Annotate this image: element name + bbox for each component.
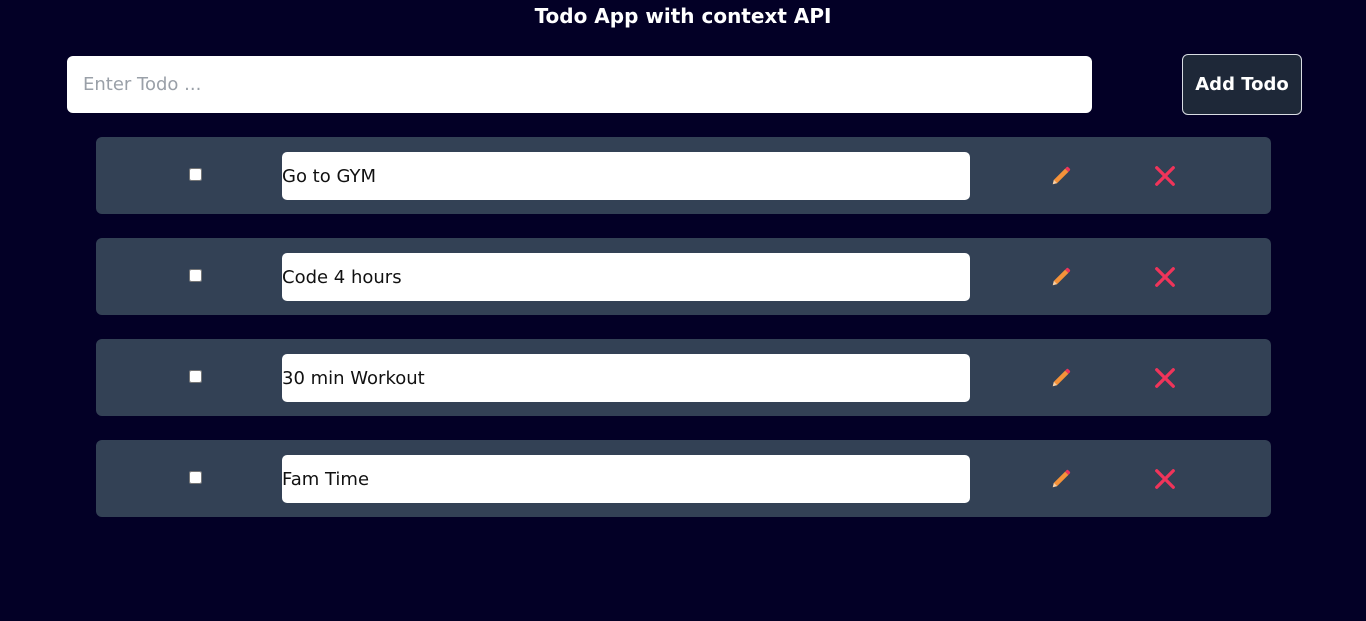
- edit-todo-button[interactable]: [1047, 465, 1075, 493]
- add-todo-button[interactable]: Add Todo: [1182, 54, 1302, 115]
- todo-checkbox[interactable]: [189, 370, 202, 383]
- todo-list: [96, 137, 1271, 541]
- todo-text-field[interactable]: [282, 455, 970, 503]
- pencil-icon: [1050, 165, 1072, 187]
- delete-todo-button[interactable]: [1151, 263, 1179, 291]
- close-icon: [1154, 266, 1176, 288]
- edit-todo-button[interactable]: [1047, 263, 1075, 291]
- todo-checkbox[interactable]: [189, 269, 202, 282]
- delete-todo-button[interactable]: [1151, 364, 1179, 392]
- page-title: Todo App with context API: [534, 4, 832, 28]
- todo-text-field[interactable]: [282, 253, 970, 301]
- close-icon: [1154, 367, 1176, 389]
- todo-text-field[interactable]: [282, 152, 970, 200]
- todo-checkbox[interactable]: [189, 168, 202, 181]
- todo-app: Todo App with context API Add Todo: [0, 0, 1366, 621]
- pencil-icon: [1050, 367, 1072, 389]
- todo-item: [96, 440, 1271, 517]
- todo-text-field[interactable]: [282, 354, 970, 402]
- close-icon: [1154, 165, 1176, 187]
- pencil-icon: [1050, 468, 1072, 490]
- edit-todo-button[interactable]: [1047, 162, 1075, 190]
- edit-todo-button[interactable]: [1047, 364, 1075, 392]
- todo-item: [96, 339, 1271, 416]
- todo-checkbox[interactable]: [189, 471, 202, 484]
- todo-input[interactable]: [67, 56, 1092, 113]
- todo-item: [96, 238, 1271, 315]
- todo-item: [96, 137, 1271, 214]
- pencil-icon: [1050, 266, 1072, 288]
- delete-todo-button[interactable]: [1151, 465, 1179, 493]
- close-icon: [1154, 468, 1176, 490]
- delete-todo-button[interactable]: [1151, 162, 1179, 190]
